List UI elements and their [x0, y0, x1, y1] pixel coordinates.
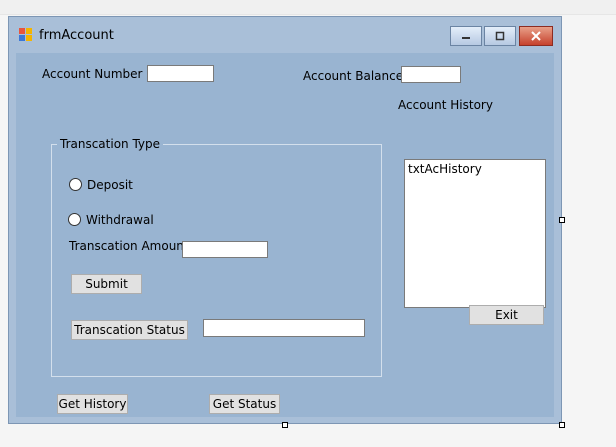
- form-window: frmAccount Account Number Account Balanc…: [8, 16, 562, 424]
- minimize-maximize-group: [450, 26, 516, 46]
- windows-form-icon: [19, 28, 32, 41]
- maximize-button[interactable]: [484, 26, 516, 46]
- minimize-button[interactable]: [450, 26, 482, 46]
- get-history-button[interactable]: Get History: [57, 394, 128, 414]
- account-history-textbox[interactable]: txtAcHistory: [404, 159, 546, 308]
- transaction-status-button[interactable]: Transcation Status: [71, 320, 188, 340]
- account-number-label: Account Number: [42, 67, 143, 81]
- get-status-button[interactable]: Get Status: [209, 394, 280, 414]
- resize-handle-bottom[interactable]: [282, 422, 288, 428]
- title-bar[interactable]: frmAccount: [9, 17, 561, 53]
- resize-handle-right[interactable]: [559, 217, 565, 223]
- maximize-icon: [495, 31, 505, 41]
- withdrawal-label: Withdrawal: [86, 213, 154, 227]
- deposit-label: Deposit: [87, 178, 133, 192]
- exit-button[interactable]: Exit: [469, 305, 544, 325]
- window-title: frmAccount: [39, 28, 114, 43]
- account-history-label: Account History: [398, 98, 493, 112]
- transaction-amount-label: Transcation Amount: [69, 239, 189, 253]
- deposit-radio[interactable]: [69, 178, 82, 191]
- close-icon: [531, 31, 541, 41]
- account-balance-label: Account Balance: [303, 69, 404, 83]
- submit-button[interactable]: Submit: [71, 274, 142, 294]
- withdrawal-radio[interactable]: [68, 213, 81, 226]
- close-button[interactable]: [519, 26, 553, 46]
- account-number-input[interactable]: [147, 65, 214, 82]
- minimize-icon: [462, 37, 470, 39]
- account-balance-input[interactable]: [401, 66, 461, 83]
- transaction-amount-input[interactable]: [182, 241, 268, 258]
- form-client-area: Account Number Account Balance Account H…: [16, 53, 554, 417]
- close-group: [519, 26, 553, 46]
- transaction-status-input[interactable]: [203, 319, 365, 337]
- designer-top-strip: [0, 0, 616, 15]
- resize-handle-corner[interactable]: [559, 422, 565, 428]
- transaction-type-title: Transcation Type: [57, 137, 164, 151]
